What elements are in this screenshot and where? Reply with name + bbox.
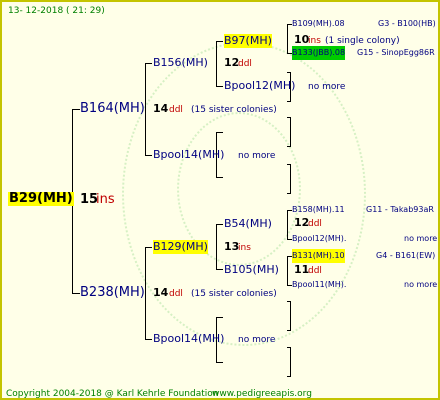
- queen-b54[interactable]: B54(MH): [224, 217, 272, 231]
- bpool14-upper-nomore: no more: [238, 151, 276, 161]
- queen-b109[interactable]: B109(MH).08: [292, 17, 345, 31]
- bracket-lower: [145, 247, 146, 340]
- queen-b129[interactable]: B129(MH): [153, 240, 208, 254]
- bracket-b105: [287, 256, 288, 286]
- b54-tag: ddl: [308, 219, 322, 229]
- queen-b156[interactable]: B156(MH): [153, 56, 208, 70]
- connector: [287, 376, 291, 377]
- connector: [145, 339, 152, 340]
- root-queen[interactable]: B29(MH): [8, 192, 74, 206]
- connector: [216, 132, 223, 133]
- queen-b133[interactable]: B133(JBB).08: [292, 46, 346, 60]
- queen-b131[interactable]: B131(MH).10: [292, 249, 345, 263]
- b109-info: G3 - B100(HB): [378, 19, 436, 28]
- connector: [287, 164, 291, 165]
- queen-b97[interactable]: B97(MH): [224, 34, 272, 48]
- bracket-empty: [290, 164, 291, 194]
- connector: [287, 72, 291, 73]
- b238-note: (15 sister colonies): [191, 289, 277, 299]
- queen-b238[interactable]: B238(MH): [80, 286, 145, 300]
- b133-info: G15 - SinopEgg86R: [357, 48, 435, 57]
- bpool14-lower-nomore: no more: [238, 335, 276, 345]
- connector: [216, 224, 223, 225]
- connector: [287, 347, 291, 348]
- b238-tag: ddl: [169, 289, 183, 299]
- b164-tag: ddl: [169, 105, 183, 115]
- b164-note: (15 sister colonies): [191, 105, 277, 115]
- footer-copyright: Copyright 2004-2018 @ Karl Kehrle Founda…: [6, 389, 219, 399]
- bracket-empty: [290, 301, 291, 331]
- connector: [287, 117, 291, 118]
- b156-tag: ddl: [238, 59, 252, 69]
- queen-b158[interactable]: B158(MH).11: [292, 203, 345, 217]
- queen-bpool12-b[interactable]: Bpool12(MH).: [292, 232, 346, 246]
- bracket-upper: [145, 63, 146, 156]
- bpool12-nomore: no more: [308, 82, 346, 92]
- connector: [145, 247, 152, 248]
- connector: [216, 269, 223, 270]
- b158-info: G11 - Takab93aR: [366, 205, 434, 214]
- queen-b105[interactable]: B105(MH): [224, 263, 279, 277]
- queen-bpool14-lower[interactable]: Bpool14(MH): [153, 332, 224, 346]
- connector: [216, 362, 223, 363]
- b105-tag: ddl: [308, 266, 322, 276]
- connector: [287, 193, 291, 194]
- b131-info: G4 - B161(EW): [376, 251, 436, 260]
- pedigree-chart: 13- 12-2018 ( 21: 29) B29(MH) 15 ins B16…: [0, 0, 440, 400]
- queen-bpool14-upper[interactable]: Bpool14(MH): [153, 148, 224, 162]
- connector: [145, 155, 152, 156]
- bracket-b129: [216, 224, 217, 270]
- queen-bpool11[interactable]: Bpool11(MH).: [292, 278, 346, 292]
- connector: [287, 330, 291, 331]
- bpool11-nomore: no more: [404, 280, 438, 289]
- connector-upper: [72, 109, 80, 110]
- b129-tag: ins: [238, 243, 251, 253]
- b164-num: 14: [153, 102, 169, 115]
- bracket-empty: [290, 117, 291, 147]
- connector: [216, 177, 223, 178]
- root-tag: ins: [96, 192, 115, 207]
- connector: [216, 86, 223, 87]
- connector: [287, 101, 291, 102]
- date-stamp: 13- 12-2018 ( 21: 29): [8, 6, 105, 16]
- bpool12-b-nomore: no more: [404, 234, 438, 243]
- connector-lower: [72, 293, 80, 294]
- queen-b164[interactable]: B164(MH): [80, 102, 145, 116]
- connector: [216, 317, 223, 318]
- bracket-empty: [290, 347, 291, 377]
- b238-num: 14: [153, 286, 169, 299]
- bracket-b156: [216, 41, 217, 87]
- bracket-b97: [287, 24, 288, 54]
- connector: [287, 146, 291, 147]
- queen-bpool12[interactable]: Bpool12(MH): [224, 79, 295, 93]
- bracket-b54: [287, 210, 288, 240]
- connector: [287, 301, 291, 302]
- connector: [145, 63, 152, 64]
- footer-site-link[interactable]: www.pedigreeapis.org: [212, 387, 312, 398]
- connector: [216, 41, 223, 42]
